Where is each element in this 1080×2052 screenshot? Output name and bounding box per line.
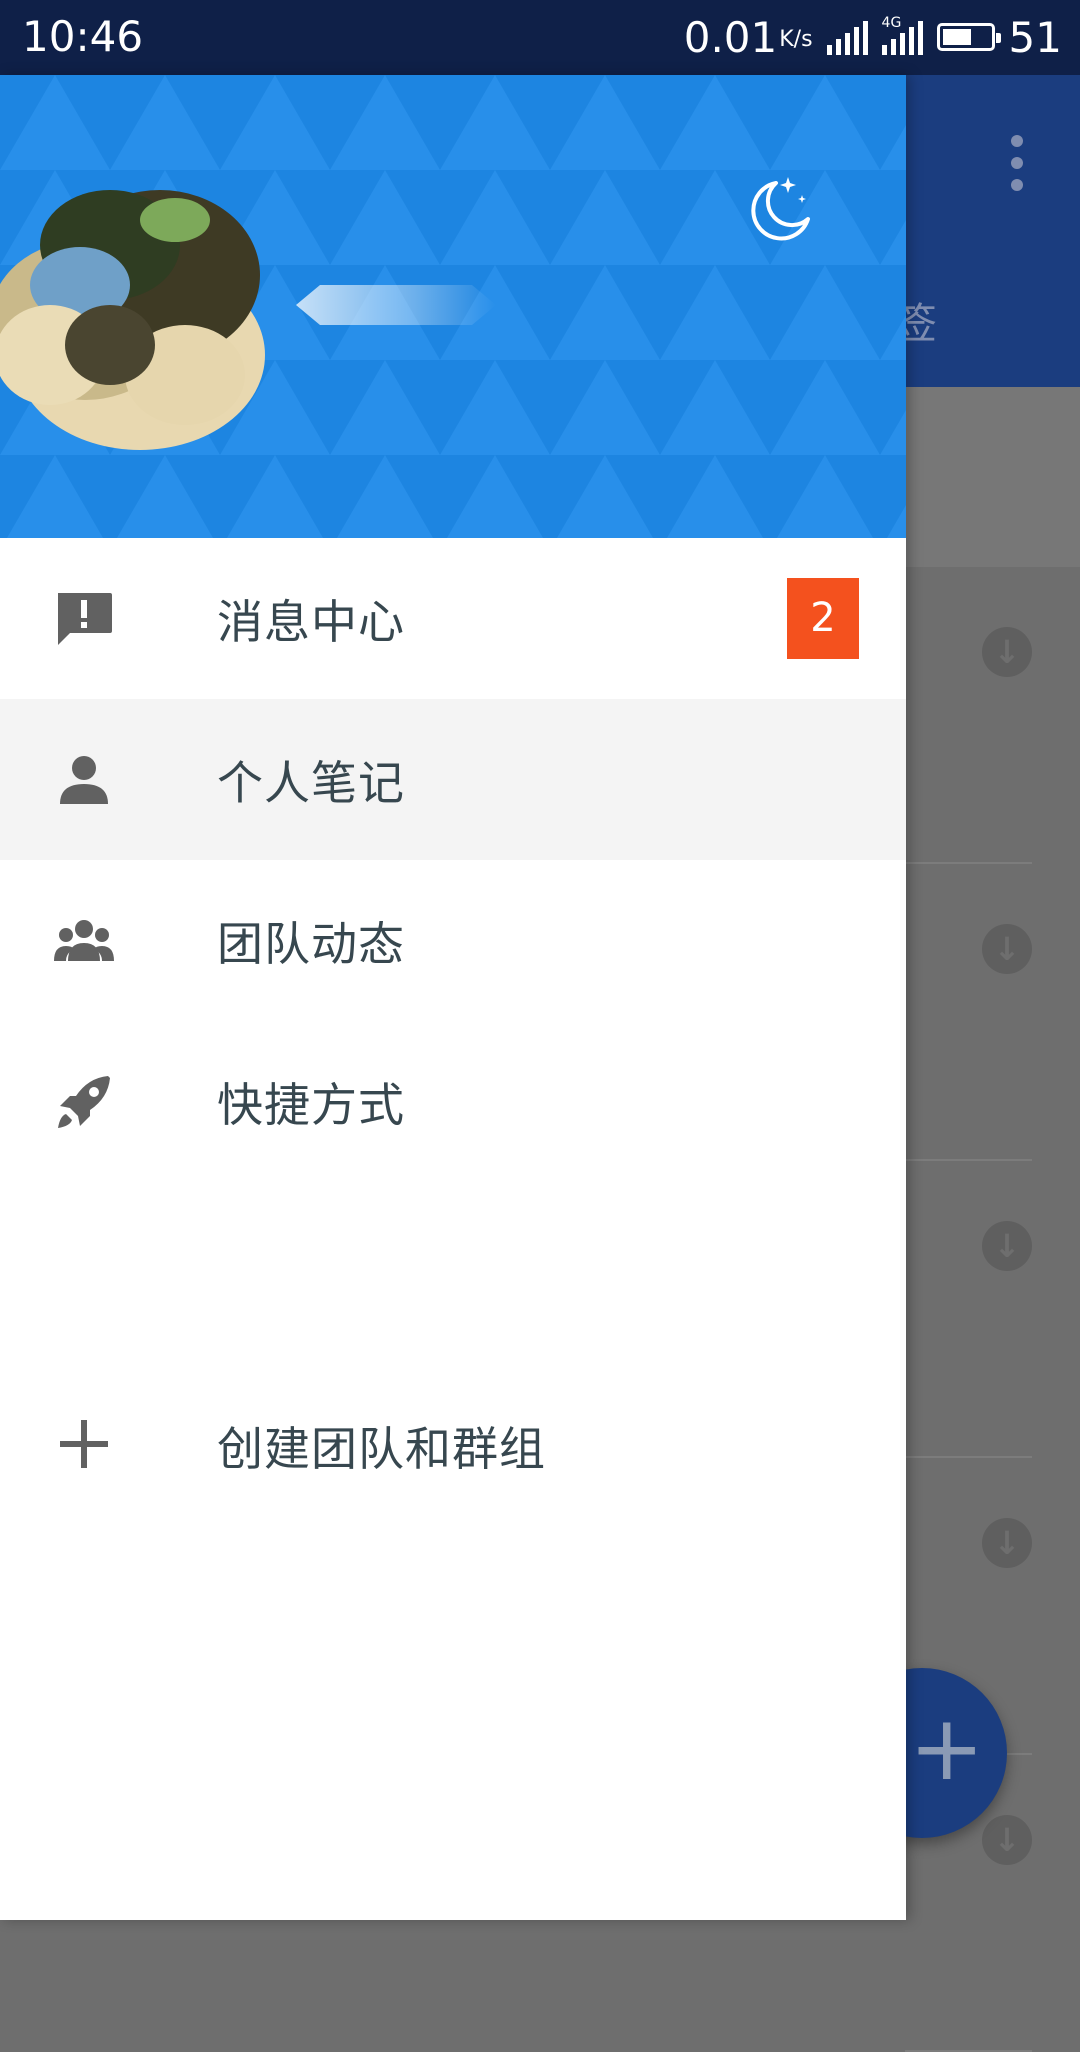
- download-icon: ↓: [982, 1518, 1032, 1568]
- net-speed: 0.01K/s: [684, 13, 813, 62]
- navigation-drawer: 消息中心 2 个人笔记 团队动态 快捷方式 创建团队和群组: [0, 75, 906, 1920]
- menu-item-shortcuts[interactable]: 快捷方式: [0, 1021, 906, 1182]
- list-item: ↓: [905, 1161, 1032, 1458]
- unread-badge: 2: [787, 578, 859, 659]
- net-speed-unit: K/s: [779, 26, 813, 52]
- battery-icon: [936, 23, 1001, 51]
- download-icon: ↓: [982, 1815, 1032, 1865]
- download-icon: ↓: [982, 1221, 1032, 1271]
- menu-item-label: 消息中心: [217, 594, 405, 649]
- more-vert-icon: [1010, 135, 1024, 191]
- moon-icon[interactable]: [736, 171, 816, 251]
- create-team-button[interactable]: 创建团队和群组: [0, 1381, 906, 1511]
- group-icon: [54, 919, 114, 961]
- create-team-label: 创建团队和群组: [217, 1422, 546, 1476]
- signal-4g-icon: 4G: [881, 15, 923, 55]
- status-time: 10:46: [22, 12, 144, 61]
- person-icon: [60, 755, 108, 804]
- menu-item-label: 个人笔记: [217, 755, 405, 810]
- username-redacted: [296, 285, 496, 325]
- menu-item-team-activity[interactable]: 团队动态: [0, 860, 906, 1021]
- menu-item-message-center[interactable]: 消息中心 2: [0, 538, 906, 699]
- status-bar: 10:46 0.01K/s 4G 51: [0, 0, 1080, 75]
- menu-item-label: 团队动态: [217, 916, 405, 971]
- menu-item-label: 快捷方式: [217, 1077, 405, 1132]
- network-type: 4G: [881, 15, 902, 31]
- plus-icon: +: [909, 1696, 985, 1801]
- drawer-header: [0, 75, 906, 538]
- list-item: ↓: [905, 864, 1032, 1161]
- signal-icon: [826, 19, 868, 55]
- status-indicators: 0.01K/s 4G 51: [684, 12, 1062, 62]
- drawer-menu: 消息中心 2 个人笔记 团队动态 快捷方式: [0, 538, 906, 1182]
- rocket-icon: [58, 1075, 110, 1128]
- user-avatar[interactable]: [0, 175, 280, 455]
- battery-level: 51: [1008, 12, 1062, 62]
- net-speed-value: 0.01: [683, 12, 778, 62]
- message-alert-icon: [58, 592, 112, 645]
- plus-icon: [60, 1420, 108, 1468]
- download-icon: ↓: [982, 924, 1032, 974]
- list-item: ↓: [905, 567, 1032, 864]
- menu-item-personal-notes[interactable]: 个人笔记: [0, 699, 906, 860]
- download-icon: ↓: [982, 627, 1032, 677]
